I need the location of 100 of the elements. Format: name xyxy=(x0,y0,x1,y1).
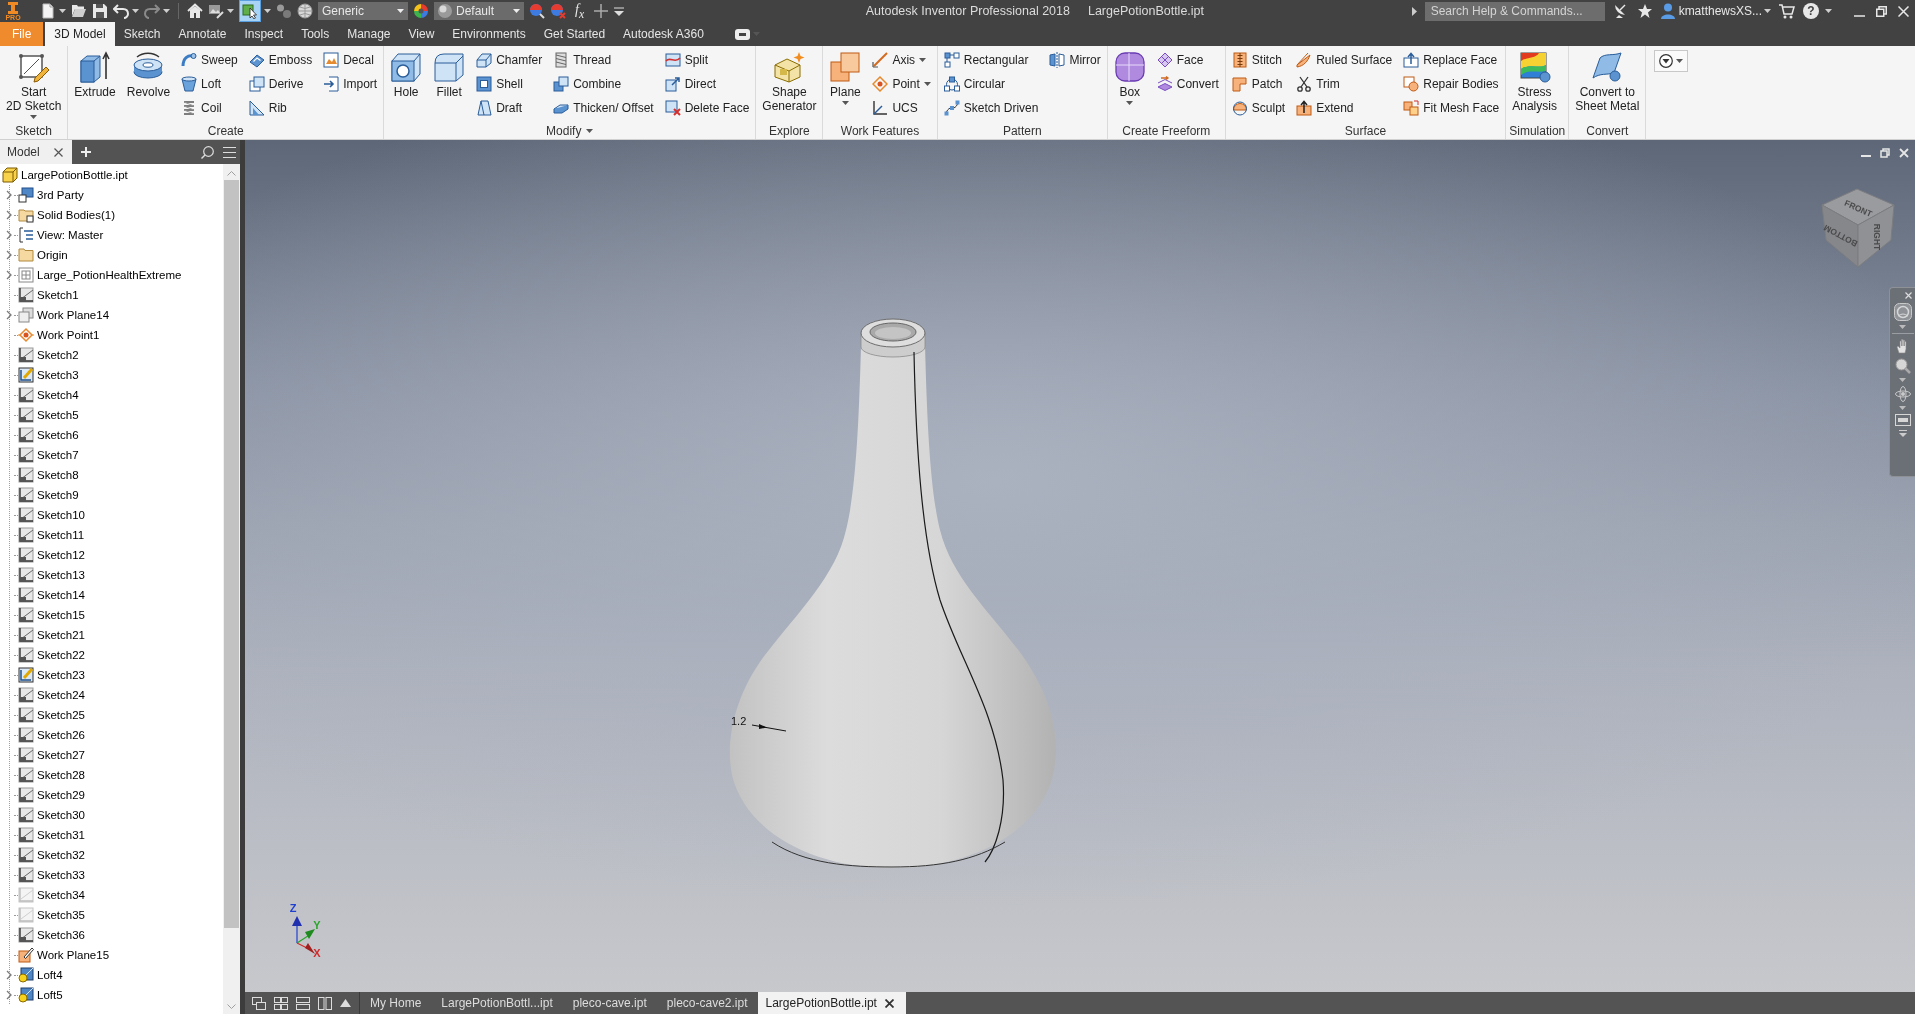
tree-item[interactable]: Sketch25 xyxy=(18,707,85,723)
ribbon-tab[interactable]: Sketch xyxy=(114,22,170,46)
i-beam-icon[interactable] xyxy=(7,1,19,14)
expand-chevron-icon[interactable] xyxy=(6,250,12,260)
horizontal-split-icon[interactable] xyxy=(296,996,310,1010)
expand-arrow-icon[interactable] xyxy=(1411,6,1417,16)
help-button[interactable]: ? xyxy=(1803,3,1819,19)
ribbon-button[interactable]: Face xyxy=(1153,49,1222,71)
menu-caret-icon[interactable] xyxy=(1898,430,1907,437)
ribbon-button[interactable]: Direct xyxy=(661,73,753,95)
caret-icon[interactable] xyxy=(513,9,520,13)
tree-item[interactable]: Sketch22 xyxy=(18,647,85,663)
ribbon-button[interactable]: Import xyxy=(320,73,381,95)
caret-icon[interactable] xyxy=(1825,9,1832,13)
ribbon-button[interactable]: Convert to Sheet Metal xyxy=(1572,49,1643,122)
tree-item[interactable]: Sketch12 xyxy=(18,547,85,563)
search-icon[interactable] xyxy=(201,145,214,159)
plus-icon[interactable] xyxy=(593,3,610,19)
ribbon-button[interactable]: UCS xyxy=(869,97,934,119)
tree-item[interactable]: Work Point1 xyxy=(18,327,100,343)
tree-item[interactable]: Sketch28 xyxy=(18,767,85,783)
tree-item[interactable]: Sketch1 xyxy=(18,287,79,303)
ribbon-button[interactable]: Rectangular xyxy=(940,49,1042,71)
tree-item[interactable]: Loft4 xyxy=(18,967,63,983)
material-dropdown[interactable]: Generic xyxy=(318,2,408,20)
document-tab[interactable]: My Home xyxy=(360,992,432,1014)
expand-chevron-icon[interactable] xyxy=(6,210,12,220)
ribbon-button[interactable]: Hole xyxy=(387,49,426,122)
document-tab[interactable]: LargePotionBottl...ipt xyxy=(431,992,563,1014)
ribbon-button[interactable]: Draft xyxy=(473,97,546,119)
redo-arrow-icon[interactable] xyxy=(144,3,160,19)
caret-icon[interactable] xyxy=(397,9,404,13)
magnifier-icon[interactable] xyxy=(1894,358,1911,374)
caret-icon[interactable] xyxy=(919,58,927,62)
ribbon-button[interactable]: Revolve xyxy=(123,49,174,122)
ribbon-button[interactable]: Plane xyxy=(826,49,865,122)
caret-icon[interactable] xyxy=(59,9,66,13)
ribbon-tab[interactable]: Annotate xyxy=(169,22,236,46)
tree-item[interactable]: Sketch24 xyxy=(18,687,85,703)
tree-item[interactable]: Large_PotionHealthExtreme xyxy=(18,267,182,283)
caret-icon[interactable] xyxy=(923,82,931,86)
tree-item[interactable]: Sketch13 xyxy=(18,567,85,583)
tree-item[interactable]: Sketch26 xyxy=(18,727,85,743)
caret-icon[interactable] xyxy=(30,115,38,119)
tree-item[interactable]: Sketch9 xyxy=(18,487,79,503)
circle-in-square-icon[interactable] xyxy=(1893,303,1912,321)
ribbon-button[interactable]: Patch xyxy=(1228,73,1289,95)
home-icon[interactable] xyxy=(187,3,203,19)
caret-icon[interactable] xyxy=(841,101,849,105)
scroll-thumb[interactable] xyxy=(224,180,239,928)
satellite-dish-icon[interactable] xyxy=(1612,3,1629,19)
ribbon-button[interactable]: Combine xyxy=(550,73,657,95)
ribbon-button[interactable]: Ruled Surface xyxy=(1293,49,1396,71)
tree-item[interactable]: Sketch35 xyxy=(18,907,85,923)
tree-item[interactable]: Solid Bodies(1) xyxy=(18,207,115,223)
tree-item[interactable]: LargePotionBottle.ipt xyxy=(2,167,128,183)
caret-icon[interactable] xyxy=(1764,9,1771,13)
ribbon-button[interactable]: Extrude xyxy=(71,49,119,122)
caret-icon[interactable] xyxy=(227,9,234,13)
ribbon-button[interactable]: Split xyxy=(661,49,753,71)
ribbon-button[interactable]: Sketch Driven xyxy=(940,97,1042,119)
menu-icon[interactable] xyxy=(223,146,236,158)
tree-item[interactable]: Sketch14 xyxy=(18,587,85,603)
ribbon-button[interactable]: Point xyxy=(869,73,934,95)
caret-icon[interactable] xyxy=(264,9,271,13)
tile-windows-icon[interactable] xyxy=(274,996,288,1010)
ribbon-button[interactable]: Circular xyxy=(940,73,1042,95)
ribbon-button[interactable]: Sweep xyxy=(178,49,241,71)
tree-item[interactable]: View: Master xyxy=(18,227,104,243)
close-icon[interactable] xyxy=(53,147,63,157)
document-tab[interactable]: pleco-cave.ipt xyxy=(562,992,657,1014)
ribbon-tab[interactable]: Autodesk A360 xyxy=(614,22,713,46)
tree-item[interactable]: Sketch29 xyxy=(18,787,85,803)
tree-item[interactable]: Sketch30 xyxy=(18,807,85,823)
cascade-windows-icon[interactable] xyxy=(252,996,266,1010)
panel-menu-button[interactable] xyxy=(1654,50,1689,72)
ball-magnifier-icon[interactable] xyxy=(529,3,545,19)
ribbon-tab[interactable]: Inspect xyxy=(235,22,293,46)
star-icon[interactable] xyxy=(1636,3,1653,19)
ribbon-tab[interactable]: 3D Model xyxy=(45,22,115,46)
ribbon-button[interactable]: Replace Face xyxy=(1400,49,1503,71)
color-wheel-icon[interactable] xyxy=(413,3,429,19)
expand-chevron-icon[interactable] xyxy=(6,230,12,240)
tree-item[interactable]: Sketch33 xyxy=(18,867,85,883)
tree-item[interactable]: Sketch15 xyxy=(18,607,85,623)
ribbon-button[interactable]: Fit Mesh Face xyxy=(1400,97,1503,119)
mesh-sphere-icon[interactable] xyxy=(297,3,313,19)
caret-icon[interactable] xyxy=(1126,101,1134,105)
ribbon-button[interactable]: Start 2D Sketch xyxy=(3,49,65,122)
ribbon-button[interactable]: Shell xyxy=(473,73,546,95)
browser-tab[interactable]: Model xyxy=(0,140,72,164)
ribbon-button[interactable]: Mirror xyxy=(1046,49,1104,71)
frame-icon[interactable] xyxy=(1894,414,1911,426)
cart-icon[interactable] xyxy=(1779,3,1795,19)
restore-icon[interactable] xyxy=(1880,148,1890,158)
restore-icon[interactable] xyxy=(1876,5,1887,17)
folder-icon[interactable] xyxy=(71,3,87,19)
ribbon-button[interactable]: Convert xyxy=(1153,73,1222,95)
select-tool-button[interactable] xyxy=(239,0,261,22)
expand-chevron-icon[interactable] xyxy=(6,310,12,320)
